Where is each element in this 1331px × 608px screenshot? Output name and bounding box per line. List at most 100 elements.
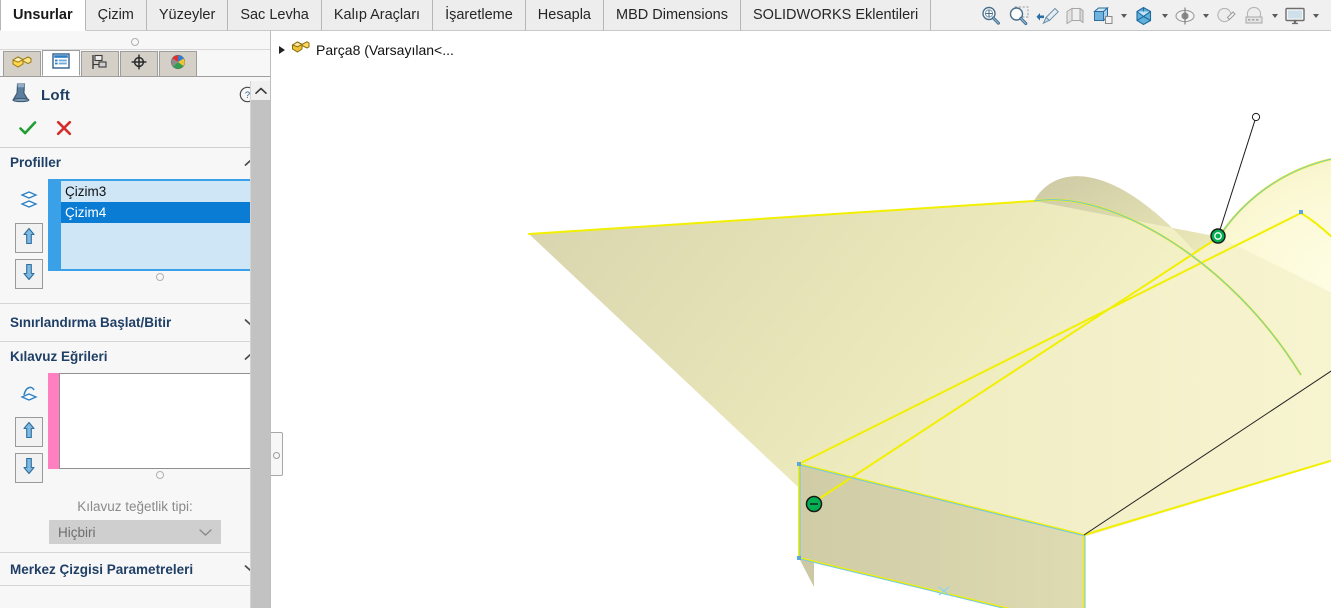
feature-manager-tree-icon [11,53,33,76]
check-icon [18,119,38,142]
previous-view-icon[interactable] [1034,3,1060,29]
arrow-down-icon [22,457,36,480]
profile-point-cizim4 [1210,228,1226,244]
profiles-listbox[interactable]: Çizim3 Çizim4 [59,179,260,271]
view-orientation-icon[interactable] [1090,3,1116,29]
tab-label: Hesapla [537,7,591,23]
guide-curves-color-swatch [48,373,59,469]
move-down-button[interactable] [15,453,43,483]
list-item[interactable]: Çizim3 [61,181,258,202]
view-toolbar [978,0,1327,31]
section-title: Merkez Çizgisi Parametreleri [10,561,194,577]
display-manager-tab[interactable] [159,51,197,76]
chevron-down-icon[interactable] [1269,3,1280,29]
tab-kalip-araclari[interactable]: Kalıp Araçları [321,0,434,31]
move-up-button[interactable] [15,223,43,253]
chevron-down-icon[interactable] [1200,3,1211,29]
profiles-list-resize-grip[interactable] [59,271,260,282]
feature-manager-tree-tab[interactable] [3,51,41,76]
loft-icon [10,81,32,110]
page-title: Loft [41,87,71,104]
panel-collapse-grip[interactable] [0,31,270,50]
section-view-icon[interactable] [1062,3,1088,29]
display-style-icon[interactable] [1131,3,1157,29]
feature-accept-cancel-bar [0,114,270,148]
arrow-up-icon [22,421,36,444]
tab-yuzeyler[interactable]: Yüzeyler [146,0,229,31]
chevron-down-icon[interactable] [1159,3,1170,29]
tab-unsurlar[interactable]: Unsurlar [0,0,86,31]
tab-label: Sac Levha [240,7,309,23]
section-guide-curves-header[interactable]: Kılavuz Eğrileri [0,342,270,371]
command-tabs: Unsurlar Çizim Yüzeyler Sac Levha Kalıp … [0,0,932,31]
display-manager-icon [168,53,188,76]
view-settings-icon[interactable] [1282,3,1308,29]
guide-tangency-select[interactable]: Hiçbiri [49,520,221,544]
section-title: Kılavuz Eğrileri [10,349,108,364]
property-manager-icon [51,52,71,75]
apply-scene-icon[interactable] [1241,3,1267,29]
section-start-end-constraints-header[interactable]: Sınırlandırma Başlat/Bitir [0,304,270,341]
list-item[interactable]: Çizim4 [61,202,258,223]
tab-mbd-dimensions[interactable]: MBD Dimensions [604,0,741,31]
guide-tangency-label: Kılavuz teğetlik tipi: [77,499,193,514]
command-manager-tabstrip: Unsurlar Çizim Yüzeyler Sac Levha Kalıp … [0,0,1331,31]
section-title: Sınırlandırma Başlat/Bitir [10,315,172,330]
tab-cizim[interactable]: Çizim [85,0,147,31]
edit-appearance-icon[interactable] [1213,3,1239,29]
zoom-to-fit-icon[interactable] [978,3,1004,29]
tab-label: Yüzeyler [158,7,216,23]
section-profiles-header[interactable]: Profiller [0,148,270,177]
tab-isaretleme[interactable]: İşaretleme [433,0,526,31]
tab-label: MBD Dimensions [616,7,728,23]
guide-curves-list-resize-grip[interactable] [59,469,260,480]
arrow-up-icon [22,227,36,250]
chevron-down-icon[interactable] [1310,3,1321,29]
profile-point-cizim3 [805,495,823,513]
profile-selection-points [805,228,1226,513]
tab-label: Kalıp Araçları [333,7,421,23]
property-manager-tab[interactable] [42,50,80,76]
section-profiles: Profiller Çizim3 Çizim4 [0,148,270,304]
section-profiles-body: Çizim3 Çizim4 [0,177,270,303]
dimxpert-manager-icon [129,53,149,76]
zoom-to-area-icon[interactable] [1006,3,1032,29]
section-centerline-parameters: Merkez Çizgisi Parametreleri [0,553,270,586]
configuration-manager-tab[interactable] [81,51,119,76]
configuration-manager-icon [90,53,110,76]
panel-scrollbar[interactable] [250,81,270,608]
section-start-end-constraints: Sınırlandırma Başlat/Bitir [0,304,270,342]
panel-splitter-handle[interactable] [271,432,283,476]
dimxpert-manager-tab[interactable] [120,51,158,76]
tab-hesapla[interactable]: Hesapla [525,0,604,31]
tab-label: İşaretleme [445,7,513,23]
guide-curve-icon [16,373,42,417]
guide-tangency-value: Hiçbiri [58,524,96,540]
move-up-button[interactable] [15,417,43,447]
property-manager-tabs [0,50,270,77]
guide-curves-selection-tools [10,373,48,489]
arrow-down-icon [22,263,36,286]
section-guide-curves-body: Kılavuz teğetlik tipi: Hiçbiri [0,371,270,552]
accept-button[interactable] [10,118,46,144]
guide-curves-listbox[interactable] [59,373,260,469]
feature-header: Loft ? [0,77,270,114]
section-guide-curves: Kılavuz Eğrileri Kılavuz teğetlik tipi: … [0,342,270,553]
solidworks-window: Unsurlar Çizim Yüzeyler Sac Levha Kalıp … [0,0,1331,608]
cancel-button[interactable] [46,118,82,144]
move-down-button[interactable] [15,259,43,289]
hide-show-items-icon[interactable] [1172,3,1198,29]
chevron-down-icon[interactable] [1118,3,1129,29]
profile-sketch-icon [16,179,42,223]
x-icon [55,119,73,142]
tab-label: Unsurlar [13,7,73,23]
profiles-color-swatch [48,179,59,271]
chevron-up-icon[interactable] [251,81,270,100]
tab-label: Çizim [97,7,134,23]
section-title: Profiller [10,155,62,170]
section-centerline-parameters-header[interactable]: Merkez Çizgisi Parametreleri [0,553,270,585]
graphics-area[interactable]: Parça8 (Varsayılan<... [270,31,1331,608]
tab-solidworks-eklentileri[interactable]: SOLIDWORKS Eklentileri [741,0,932,31]
tab-sac-levha[interactable]: Sac Levha [228,0,322,31]
tab-label: SOLIDWORKS Eklentileri [753,7,919,23]
